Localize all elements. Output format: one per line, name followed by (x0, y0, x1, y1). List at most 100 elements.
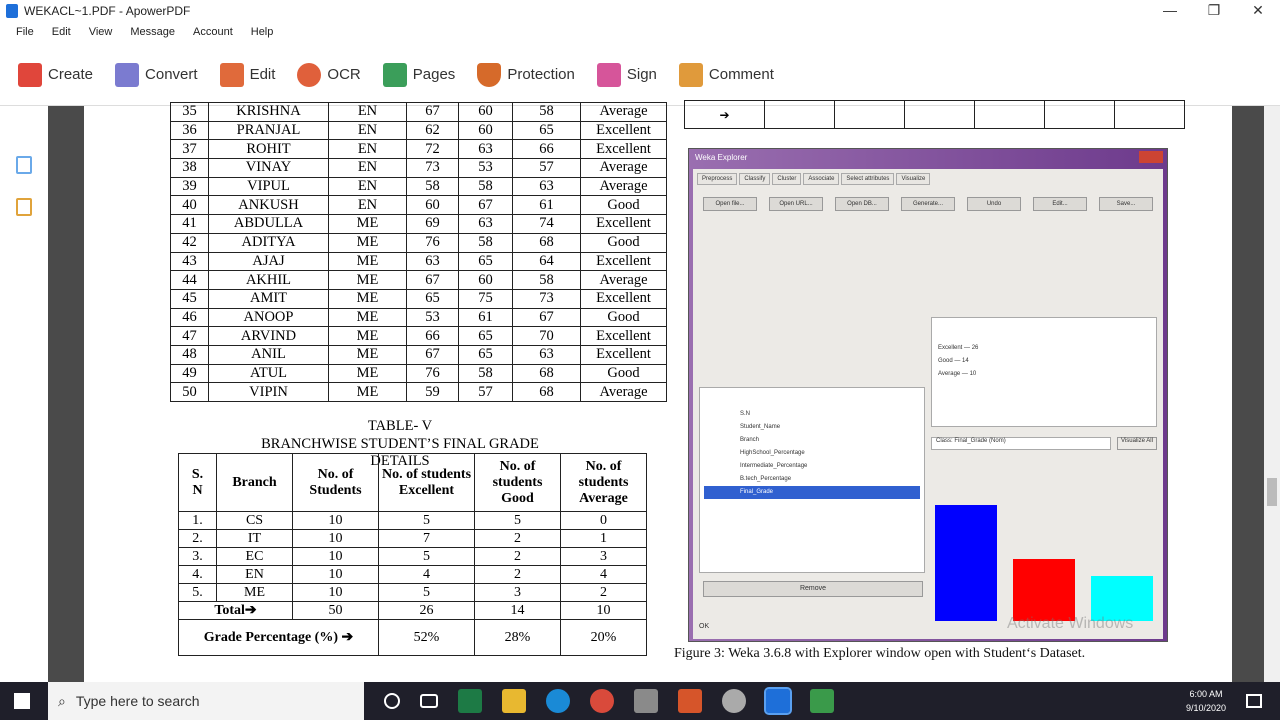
student-cell: KRISHNA (208, 102, 329, 122)
menu-account[interactable]: Account (193, 26, 233, 38)
weka-attr: Intermediate_Percentage (740, 463, 808, 469)
shield-icon (477, 62, 502, 87)
weka-attr: HighSchool_Percentage (740, 450, 805, 456)
student-cell: 66 (406, 326, 459, 346)
header-sn: S. N (178, 453, 217, 512)
taskbar-search[interactable]: ⌕ Type here to search (48, 682, 364, 720)
protection-label: Protection (507, 66, 575, 83)
student-row: 44 AKHIL ME 67 60 58 Average (170, 270, 667, 290)
student-cell: Average (580, 102, 667, 122)
student-cell: 59 (406, 382, 459, 402)
notification-icon[interactable] (1246, 694, 1262, 708)
attachments-icon[interactable] (16, 198, 32, 216)
branch-cell: ME (216, 583, 293, 602)
search-placeholder: Type here to search (75, 693, 200, 709)
edit-button[interactable]: Edit (219, 62, 275, 87)
scrollbar-thumb[interactable] (1267, 478, 1277, 506)
minimize-button[interactable]: — (1148, 0, 1192, 22)
student-cell: 58 (512, 270, 581, 290)
create-button[interactable]: Create (18, 62, 93, 87)
menu-edit[interactable]: Edit (52, 26, 71, 38)
student-cell: ME (328, 363, 407, 384)
branch-cell: 10 (292, 565, 379, 584)
thumbnails-icon[interactable] (16, 156, 32, 174)
student-row: 39 VIPUL EN 58 58 63 Average (170, 176, 667, 197)
weka-count: 14 (962, 358, 969, 364)
camtasia-icon[interactable] (810, 689, 834, 713)
student-cell: EN (328, 102, 407, 122)
weka-count: 10 (969, 371, 977, 377)
weka-label: Good (938, 358, 953, 364)
weka-tab: Cluster (772, 173, 802, 185)
branch-cell: 3. (178, 547, 217, 566)
menu-message[interactable]: Message (130, 26, 175, 38)
sign-button[interactable]: Sign (596, 62, 657, 87)
comment-button[interactable]: Comment (678, 62, 774, 87)
pages-button[interactable]: Pages (382, 62, 455, 87)
excel-icon[interactable] (458, 689, 482, 713)
branch-cell: EC (216, 547, 293, 566)
student-cell: ADITYA (208, 232, 329, 253)
total-row: Total➔ 50 26 14 10 (178, 601, 647, 620)
vertical-scrollbar[interactable] (1264, 106, 1280, 682)
close-button[interactable]: ✕ (1236, 0, 1280, 22)
student-row: 50 VIPIN ME 59 57 68 Average (170, 382, 667, 402)
student-cell: ATUL (208, 363, 329, 384)
student-row: 40 ANKUSH EN 60 67 61 Good (170, 195, 667, 216)
student-cell: 60 (406, 195, 459, 216)
student-cell: 60 (458, 120, 513, 141)
apowerpdf-icon[interactable] (764, 687, 792, 715)
page-gutter-left (48, 106, 84, 682)
partial-table-top-right: ➔ (684, 100, 1185, 129)
convert-button[interactable]: Convert (115, 62, 198, 87)
student-row: 38 VINAY EN 73 53 57 Average (170, 158, 667, 178)
student-cell: AJAJ (208, 251, 329, 272)
student-row: 48 ANIL ME 67 65 63 Excellent (170, 344, 667, 365)
student-cell: 61 (458, 307, 513, 328)
weka-attr: B.tech_Percentage (740, 476, 792, 482)
system-clock[interactable]: 6:00 AM 9/10/2020 (1186, 687, 1226, 715)
chrome-icon[interactable] (590, 689, 614, 713)
student-cell: AKHIL (208, 270, 329, 290)
clock-date: 9/10/2020 (1185, 703, 1226, 713)
windows-start-icon[interactable] (14, 693, 30, 709)
student-cell: 65 (458, 251, 513, 272)
branch-cell: 1. (178, 511, 217, 530)
branch-cell: 10 (292, 547, 379, 566)
branch-cell: 4 (378, 565, 475, 584)
search-icon: ⌕ (58, 692, 66, 709)
student-cell: 37 (170, 139, 209, 160)
ocr-button[interactable]: OCR (297, 62, 361, 87)
weka-tab: Classify (739, 173, 771, 185)
cortana-icon[interactable] (384, 693, 400, 709)
branch-cell: 3 (474, 583, 561, 602)
task-view-icon[interactable] (420, 694, 438, 708)
protection-button[interactable]: Protection (477, 62, 575, 87)
edge-icon[interactable] (546, 689, 570, 713)
settings-icon[interactable] (722, 689, 746, 713)
weka-attribute-list: S.N Student_Name Branch HighSchool_Perce… (699, 387, 925, 573)
convert-icon (115, 62, 140, 87)
student-cell: 65 (458, 326, 513, 346)
pdf-page: 35 KRISHNA EN 67 60 58 Average 36 PRANJAL EN 62 60 6… (84, 100, 1232, 682)
menu-file[interactable]: File (16, 26, 34, 38)
menu-view[interactable]: View (89, 26, 113, 38)
student-cell: 63 (512, 176, 581, 197)
ocr-label: OCR (327, 66, 361, 83)
ppt-icon[interactable] (678, 689, 702, 713)
student-cell: 75 (458, 288, 513, 309)
file-explorer-icon[interactable] (502, 689, 526, 713)
weka-icon[interactable] (634, 689, 658, 713)
student-cell: 66 (512, 139, 581, 160)
student-cell: 43 (170, 251, 209, 272)
weka-attr: Branch (740, 437, 760, 443)
student-cell: 57 (458, 382, 513, 402)
figure-caption: Figure 3: Weka 3.6.8 with Explorer windo… (674, 646, 1086, 661)
maximize-button[interactable]: ❐ (1192, 0, 1236, 22)
student-cell: 45 (170, 288, 209, 309)
menu-help[interactable]: Help (251, 26, 274, 38)
weka-button: Save... (1099, 197, 1153, 211)
student-cell: 74 (512, 214, 581, 234)
branch-cell: 10 (292, 583, 379, 602)
weka-label-table: Excellent — 26 Good — 14 Average — 10 (931, 317, 1157, 427)
